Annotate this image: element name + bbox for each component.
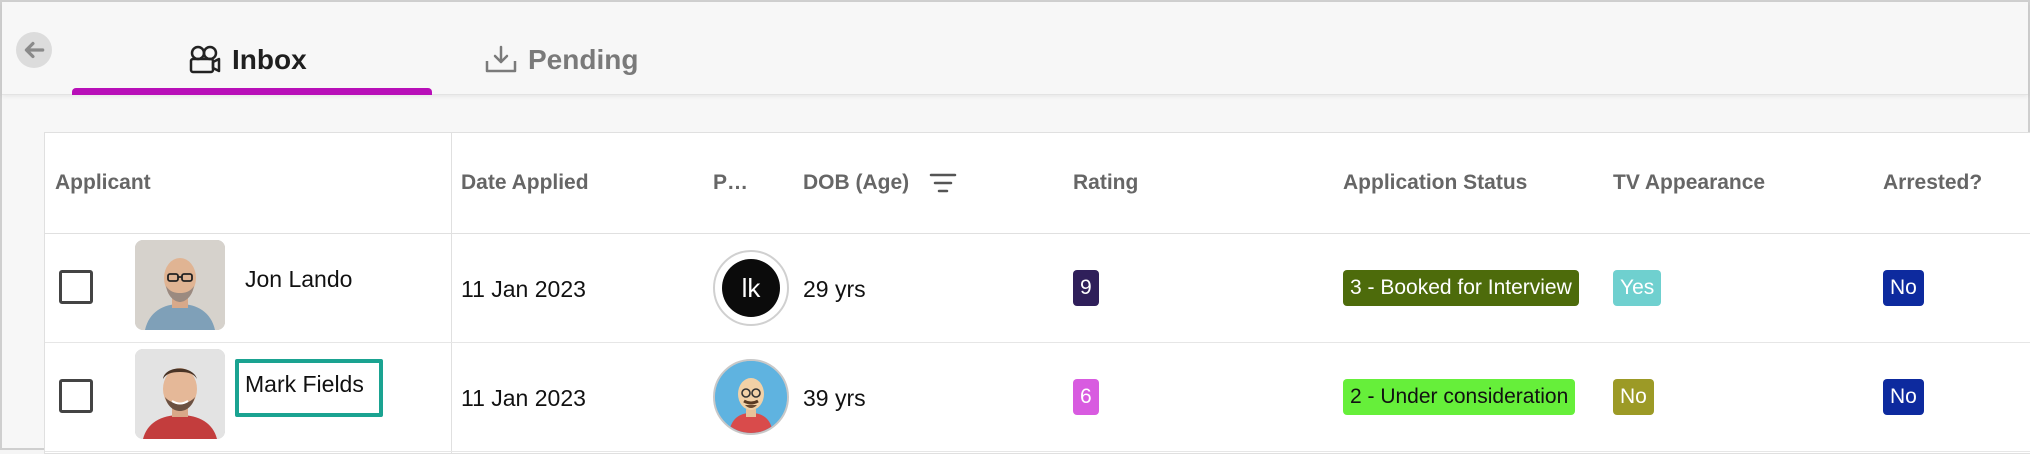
- camera-reel-icon: [188, 45, 222, 75]
- date-applied: 11 Jan 2023: [461, 385, 586, 411]
- avatar-initials: lk: [741, 272, 761, 303]
- date-applied: 11 Jan 2023: [461, 276, 586, 302]
- applicant-photo: [135, 240, 225, 330]
- profile-avatar[interactable]: [713, 359, 789, 435]
- rating-badge: 6: [1073, 379, 1099, 415]
- table-row[interactable]: Jon Lando 11 Jan 2023 lk 29 yrs 9 3 - Bo…: [45, 234, 2030, 343]
- table-row[interactable]: Mark Fields 11 Jan 2023 39 yrs 6 2 - Und…: [45, 343, 2030, 452]
- header-date-applied[interactable]: Date Applied: [461, 171, 589, 195]
- header-rating[interactable]: Rating: [1073, 171, 1138, 195]
- applicant-name[interactable]: Jon Lando: [245, 266, 352, 293]
- active-tab-indicator: [72, 88, 432, 95]
- arrested-badge: No: [1883, 270, 1924, 306]
- tab-pending[interactable]: Pending: [484, 30, 638, 90]
- app-frame: Inbox Pending Applicant Date Applied P… …: [0, 0, 2030, 454]
- tab-inbox[interactable]: Inbox: [188, 30, 307, 90]
- selection-highlight-box: [235, 359, 383, 417]
- age: 39 yrs: [803, 385, 866, 411]
- row-checkbox[interactable]: [59, 379, 93, 413]
- tv-appearance-badge: No: [1613, 379, 1654, 415]
- applicant-photo: [135, 349, 225, 439]
- arrow-left-icon: [24, 41, 45, 59]
- status-badge[interactable]: 2 - Under consideration: [1343, 379, 1576, 415]
- tab-inbox-label: Inbox: [232, 44, 307, 75]
- status-badge[interactable]: 3 - Booked for Interview: [1343, 270, 1579, 306]
- row-checkbox[interactable]: [59, 270, 93, 304]
- filter-lines-icon[interactable]: [929, 171, 957, 200]
- applicants-table: Applicant Date Applied P… DOB (Age) Rati…: [44, 132, 2030, 454]
- header-status[interactable]: Application Status: [1343, 171, 1527, 195]
- header-dob[interactable]: DOB (Age): [803, 171, 909, 195]
- table-header: Applicant Date Applied P… DOB (Age) Rati…: [45, 133, 2030, 234]
- header-applicant[interactable]: Applicant: [55, 171, 151, 195]
- age: 29 yrs: [803, 276, 866, 302]
- arrested-badge: No: [1883, 379, 1924, 415]
- tv-appearance-badge: Yes: [1613, 270, 1662, 306]
- avatar-initials-circle: lk: [722, 259, 780, 317]
- download-tray-icon: [484, 45, 518, 75]
- profile-avatar[interactable]: lk: [713, 250, 789, 326]
- header-p[interactable]: P…: [713, 171, 748, 195]
- header-tv[interactable]: TV Appearance: [1613, 171, 1765, 195]
- bald-man-avatar-icon: [715, 361, 787, 433]
- tab-bar: Inbox Pending: [2, 2, 2028, 95]
- rating-badge: 9: [1073, 270, 1099, 306]
- back-button[interactable]: [16, 32, 52, 68]
- tab-pending-label: Pending: [528, 44, 639, 75]
- header-arrested[interactable]: Arrested?: [1883, 171, 1982, 195]
